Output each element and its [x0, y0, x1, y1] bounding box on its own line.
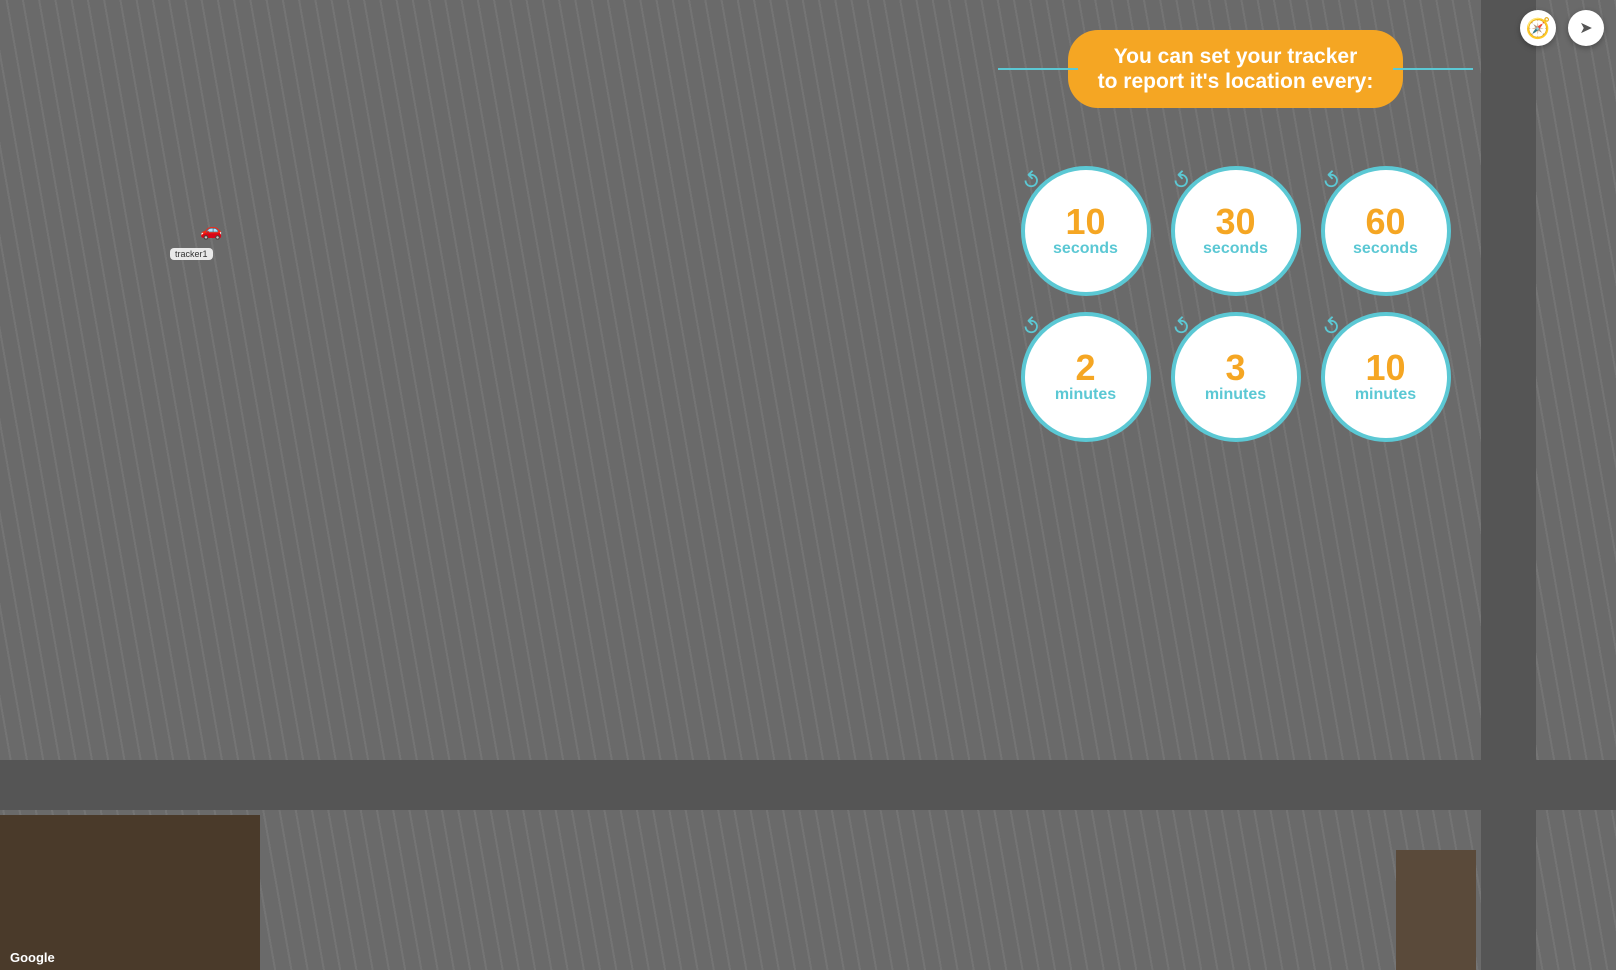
circle-30s: ↺ 30 seconds [1171, 166, 1301, 296]
circle-unit-0: seconds [1053, 240, 1118, 258]
circle-number-3: 2 [1075, 350, 1095, 386]
circle-10m: ↺ 10 minutes [1321, 312, 1451, 442]
banner-text-1: You can set your tracker to report it's … [1098, 44, 1374, 94]
parking-lot-bg [450, 20, 850, 255]
circle-number-5: 10 [1365, 350, 1405, 386]
circle-3m: ↺ 3 minutes [1171, 312, 1301, 442]
circle-60s: ↺ 60 seconds [1321, 166, 1451, 296]
phone2-mockup: 10:37 📶 83% 🔋 ← tracker1 ⋮ INFO HISTORY [445, 20, 855, 286]
circle-number-2: 60 [1365, 204, 1405, 240]
circle-number-4: 3 [1225, 350, 1245, 386]
orange-banner: You can set your tracker to report it's … [1068, 30, 1404, 108]
circle-unit-3: minutes [1055, 386, 1116, 404]
circle-unit-1: seconds [1203, 240, 1268, 258]
circle-number-1: 30 [1215, 204, 1255, 240]
circle-unit-4: minutes [1205, 386, 1266, 404]
circle-10s: ↺ 10 seconds [1021, 166, 1151, 296]
circle-2m: ↺ 2 minutes [1021, 312, 1151, 442]
circle-unit-2: seconds [1353, 240, 1418, 258]
circle-unit-5: minutes [1355, 386, 1416, 404]
phone2-screen: 10:37 📶 83% 🔋 ← tracker1 ⋮ INFO HISTORY [450, 20, 850, 255]
circle-number-0: 10 [1065, 204, 1105, 240]
